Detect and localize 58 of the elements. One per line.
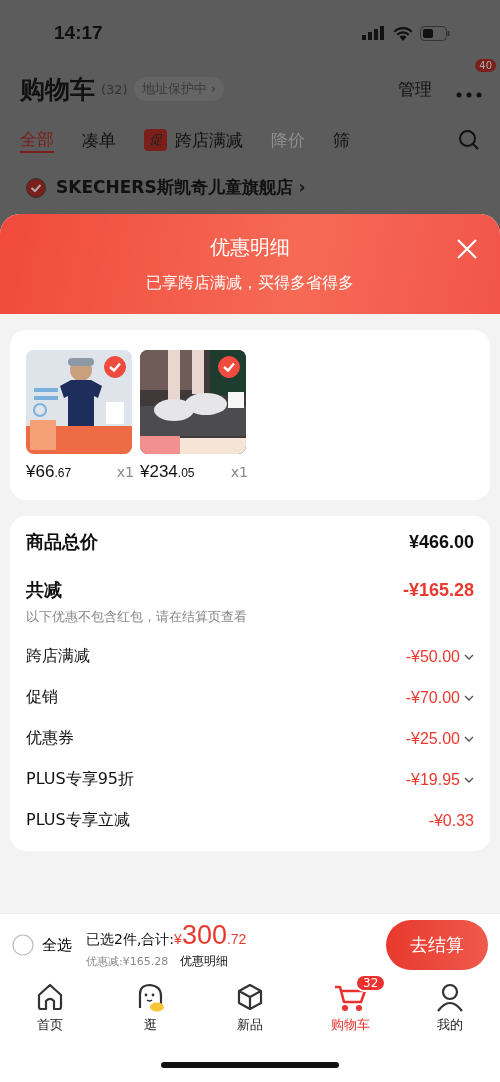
store-checkbox[interactable] bbox=[26, 177, 46, 198]
discount-value: -¥50.00 bbox=[405, 647, 460, 666]
discount-label: 促销 bbox=[26, 687, 58, 708]
product-checkbox[interactable] bbox=[218, 356, 240, 378]
discount-value: -¥25.00 bbox=[405, 729, 460, 748]
checkout-button[interactable]: 去结算 bbox=[386, 920, 488, 970]
product-checkbox[interactable] bbox=[104, 356, 126, 378]
battery-icon bbox=[420, 25, 450, 41]
nav-tab[interactable]: 我的 bbox=[400, 976, 500, 1048]
search-icon[interactable] bbox=[458, 129, 480, 151]
store-name[interactable]: SKECHERS斯凯奇儿童旗舰店 › bbox=[56, 176, 306, 199]
product-price: ¥234.05 bbox=[140, 462, 195, 482]
filter-tab[interactable]: 促 跨店满减 bbox=[144, 128, 243, 152]
signal-icon bbox=[362, 26, 386, 40]
cube-icon bbox=[235, 982, 265, 1012]
close-icon[interactable] bbox=[456, 238, 478, 260]
manage-button[interactable]: 管理 bbox=[398, 77, 446, 101]
reduction-label: 共减 bbox=[26, 578, 62, 602]
wifi-icon bbox=[393, 25, 413, 41]
select-all-checkbox[interactable] bbox=[12, 934, 34, 956]
discount-value: -¥19.95 bbox=[405, 770, 460, 789]
product-quantity: x1 bbox=[116, 464, 134, 480]
discount-label: 跨店满减 bbox=[26, 646, 90, 667]
chevron-down-icon[interactable] bbox=[464, 735, 474, 742]
discount-value: -¥70.00 bbox=[405, 688, 460, 707]
person-icon bbox=[435, 982, 465, 1012]
reduction-value: -¥165.28 bbox=[402, 579, 474, 601]
notification-badge: 40 bbox=[475, 58, 496, 72]
chevron-down-icon[interactable] bbox=[464, 653, 474, 660]
total-value: ¥466.00 bbox=[408, 531, 474, 553]
nav-tab[interactable]: 首页 bbox=[0, 976, 100, 1048]
cart-badge: 32 bbox=[355, 974, 387, 992]
discount-details-link[interactable]: 优惠明细 bbox=[180, 953, 229, 970]
nav-tab[interactable]: 逛 bbox=[100, 976, 200, 1048]
discount-label: 优惠券 bbox=[26, 728, 74, 749]
filter-tab[interactable]: 筛 bbox=[333, 128, 350, 152]
discount-label: PLUS专享95折 bbox=[26, 769, 134, 790]
chevron-down-icon[interactable] bbox=[464, 776, 474, 783]
nav-tab[interactable]: 新品 bbox=[200, 976, 300, 1048]
chevron-down-icon[interactable] bbox=[464, 694, 474, 701]
sheet-subtitle: 已享跨店满减，买得多省得多 bbox=[146, 273, 354, 294]
product-price: ¥66.67 bbox=[26, 462, 72, 482]
status-time: 14:17 bbox=[54, 22, 103, 44]
page-title: 购物车 bbox=[20, 73, 95, 106]
home-icon bbox=[35, 982, 65, 1012]
nav-tab[interactable]: 32 购物车 bbox=[300, 976, 400, 1048]
checkout-total: ¥300.72 bbox=[174, 920, 247, 951]
filter-tab[interactable]: 凑单 bbox=[82, 128, 116, 152]
more-icon[interactable] bbox=[456, 91, 482, 98]
sheet-title: 优惠明细 bbox=[210, 234, 290, 261]
total-label: 商品总价 bbox=[26, 530, 98, 554]
reduction-note: 以下优惠不包含红包，请在结算页查看 bbox=[26, 608, 248, 626]
discount-value: -¥0.33 bbox=[428, 811, 474, 830]
select-all-label[interactable]: 全选 bbox=[42, 935, 72, 955]
product-quantity: x1 bbox=[230, 464, 248, 480]
selected-summary: 已选2件,合计: bbox=[86, 931, 175, 949]
discount-label: PLUS专享立减 bbox=[26, 810, 130, 831]
discount-total: 优惠减:¥165.28 bbox=[86, 954, 169, 969]
